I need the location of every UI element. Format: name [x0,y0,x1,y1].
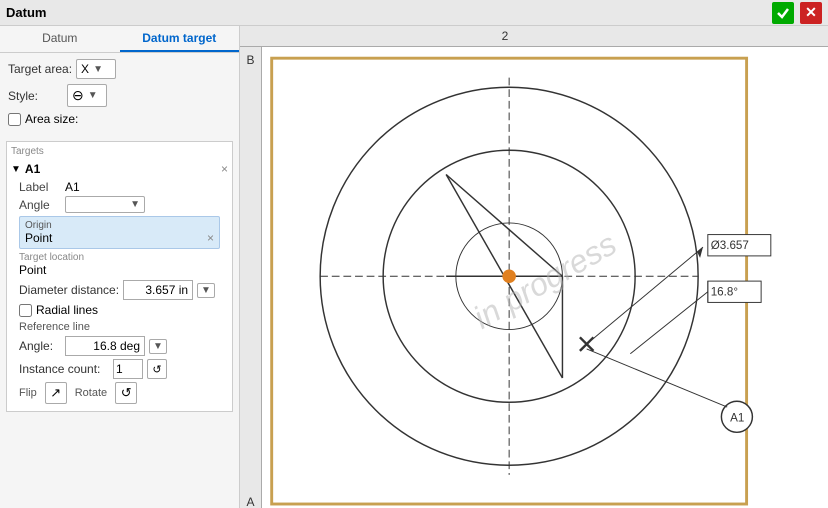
angle-field-label: Angle [19,198,61,212]
flip-rotate-row: Flip ↗ Rotate ↺ [19,382,220,404]
diameter-row: Diameter distance: ▼ [19,280,220,300]
row-labels: B A [240,47,262,508]
radial-lines-label: Radial lines [36,303,98,317]
origin-label: Origin [25,220,214,231]
style-label: Style: [8,89,63,103]
angle-dropdown-arrow-icon: ▼ [153,341,163,352]
style-value: ⊖ [72,87,84,104]
diameter-label: Diameter distance: [19,283,119,297]
dialog-title: Datum [6,5,766,20]
main-content: Datum Datum target Target area: X ▼ Styl… [0,26,828,508]
target-area-label: Target area: [8,62,72,76]
targets-group: Targets ▼ A1 × Label A1 Angle ▼ [6,141,233,412]
ok-button[interactable] [772,2,794,24]
origin-clear-icon[interactable]: × [207,231,214,245]
style-arrow-icon: ▼ [88,90,98,101]
instance-refresh-button[interactable]: ↺ [147,359,167,379]
tab-datum-target[interactable]: Datum target [120,26,240,52]
diameter-dropdown-arrow-icon: ▼ [201,285,211,296]
target-area-value: X [81,62,89,76]
target-id: A1 [25,162,40,176]
target-area-arrow-icon: ▼ [93,64,103,75]
diameter-dropdown[interactable]: ▼ [197,283,215,298]
col-right [748,26,828,46]
svg-text:Ø3.657: Ø3.657 [711,239,749,252]
flip-label: Flip [19,387,37,399]
chevron-icon: ▼ [11,164,21,175]
col-left [240,26,262,46]
origin-value: Point [25,231,52,245]
tab-datum[interactable]: Datum [0,26,120,52]
reference-line-divider: Reference line [19,321,220,333]
target-item-label: ▼ A1 [11,162,40,176]
cancel-button[interactable]: ✕ [800,2,822,24]
column-headers: 2 [240,26,828,47]
label-field-label: Label [19,180,61,194]
label-field-value: A1 [65,180,80,194]
origin-box: Origin Point × [19,216,220,249]
style-dropdown[interactable]: ⊖ ▼ [67,84,107,107]
instance-count-input[interactable] [113,359,143,379]
target-location: Target location Point [19,252,220,277]
style-row: Style: ⊖ ▼ [8,84,231,107]
area-size-checkbox[interactable] [8,113,21,126]
angle-row: Angle: ▼ [19,336,220,356]
drawing-svg: Ø3.657 16.8° A1 [262,47,828,508]
target-location-value: Point [19,263,220,277]
canvas-area: in progress [262,47,828,508]
row-b-label: B [242,51,259,69]
rotate-label: Rotate [75,387,107,399]
radial-lines-checkbox[interactable] [19,304,32,317]
target-area-section: Target area: X ▼ Style: ⊖ ▼ Area size: [0,53,239,137]
target-item-a1-header: ▼ A1 × [11,160,228,178]
instance-count-label: Instance count: [19,362,109,376]
target-close-icon[interactable]: × [221,162,228,176]
diameter-input[interactable] [123,280,193,300]
angle-dropdown[interactable]: ▼ [149,339,167,354]
svg-text:16.8°: 16.8° [711,286,738,299]
target-area-row: Target area: X ▼ [8,59,231,79]
drawing-area: B A in progress [240,47,828,508]
right-area: 2 B A in progress [240,26,828,508]
angle-field-dropdown[interactable]: ▼ [65,196,145,213]
area-size-label: Area size: [25,112,78,126]
flip-button[interactable]: ↗ [45,382,67,404]
radial-lines-row: Radial lines [19,303,220,317]
angle-field-row: Angle ▼ [19,196,228,213]
targets-group-label: Targets [11,146,228,157]
rotate-button[interactable]: ↺ [115,382,137,404]
label-field-row: Label A1 [19,180,228,194]
instance-count-row: Instance count: ↺ [19,359,220,379]
svg-text:A1: A1 [730,412,744,425]
angle-label: Angle: [19,339,61,353]
tabs: Datum Datum target [0,26,239,53]
origin-value-row: Point × [25,231,214,245]
left-panel: Datum Datum target Target area: X ▼ Styl… [0,26,240,508]
title-bar: Datum ✕ [0,0,828,26]
target-location-label: Target location [19,252,220,263]
row-a-label: A [242,493,259,508]
angle-dropdown-arrow-icon: ▼ [130,199,140,210]
area-size-row: Area size: [8,112,231,126]
target-area-dropdown[interactable]: X ▼ [76,59,116,79]
angle-input[interactable] [65,336,145,356]
col-2: 2 [262,26,748,46]
